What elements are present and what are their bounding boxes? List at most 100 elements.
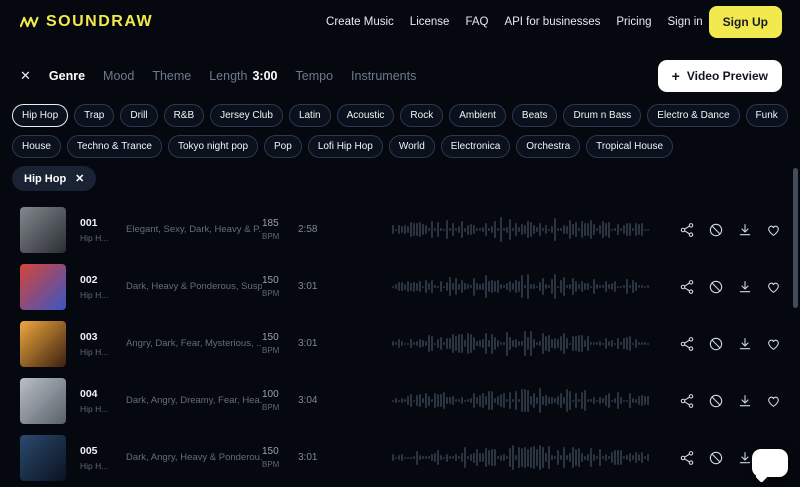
- nav-link-5[interactable]: Sign in: [668, 16, 703, 28]
- genre-chip-b1[interactable]: Techno & Trance: [66, 135, 162, 158]
- genre-chip-b2[interactable]: Tokyo night pop: [167, 135, 259, 158]
- track-bpm-value: 185: [262, 218, 279, 229]
- track-description: Dark, Angry, Heavy & Ponderou...: [126, 452, 262, 463]
- share-icon[interactable]: [678, 335, 695, 352]
- filter-tab-label: Theme: [152, 69, 192, 83]
- chat-widget-button[interactable]: [752, 449, 788, 477]
- sign-up-button[interactable]: Sign Up: [708, 6, 782, 38]
- track-genre: Hip H...: [80, 289, 109, 300]
- dislike-icon[interactable]: [707, 278, 724, 295]
- filter-tab-value: 3:00: [252, 69, 278, 83]
- genre-chip-9[interactable]: Beats: [511, 104, 558, 127]
- soundraw-waveform-icon: [20, 16, 39, 28]
- track-row-0[interactable]: 001 Hip H... Elegant, Sexy, Dark, Heavy …: [0, 201, 800, 258]
- share-icon[interactable]: [678, 278, 695, 295]
- genre-chip-b6[interactable]: Electronica: [440, 135, 511, 158]
- download-icon[interactable]: [736, 278, 753, 295]
- track-artwork[interactable]: [20, 263, 66, 310]
- genre-chip-5[interactable]: Latin: [288, 104, 331, 127]
- genre-chip-11[interactable]: Electro & Dance: [647, 104, 740, 127]
- genre-chip-6[interactable]: Acoustic: [336, 104, 395, 127]
- dislike-icon[interactable]: [707, 335, 724, 352]
- dislike-icon[interactable]: [707, 392, 724, 409]
- genre-chip-b4[interactable]: Lofi Hip Hop: [307, 135, 383, 158]
- filter-tab-5[interactable]: Instruments: [351, 69, 416, 83]
- track-row-3[interactable]: 004 Hip H... Dark, Angry, Dreamy, Fear, …: [0, 372, 800, 429]
- genre-chip-8[interactable]: Ambient: [449, 104, 506, 127]
- track-id: 004: [80, 387, 98, 400]
- waveform[interactable]: [392, 443, 654, 473]
- nav-link-0[interactable]: Create Music: [326, 16, 394, 28]
- close-filters-icon[interactable]: ✕: [20, 68, 31, 84]
- waveform[interactable]: [392, 215, 654, 245]
- filter-tab-4[interactable]: Tempo: [296, 69, 334, 83]
- like-heart-icon[interactable]: [765, 335, 782, 352]
- video-preview-button[interactable]: + Video Preview: [657, 60, 782, 92]
- track-genre: Hip H...: [80, 403, 109, 414]
- scrollbar[interactable]: [793, 168, 798, 308]
- track-artwork[interactable]: [20, 206, 66, 253]
- track-artwork[interactable]: [20, 434, 66, 481]
- active-filter-tag[interactable]: Hip Hop ✕: [12, 166, 97, 191]
- genre-chip-7[interactable]: Rock: [400, 104, 444, 127]
- filter-tab-3[interactable]: Length 3:00: [209, 69, 277, 83]
- download-icon[interactable]: [736, 392, 753, 409]
- share-icon[interactable]: [678, 449, 695, 466]
- filter-tab-1[interactable]: Mood: [103, 69, 134, 83]
- track-row-1[interactable]: 002 Hip H... Dark, Heavy & Ponderous, Su…: [0, 258, 800, 315]
- waveform[interactable]: [392, 272, 654, 302]
- dislike-icon[interactable]: [707, 449, 724, 466]
- genre-chip-2[interactable]: Drill: [120, 104, 158, 127]
- track-list: 001 Hip H... Elegant, Sexy, Dark, Heavy …: [0, 201, 800, 487]
- share-icon[interactable]: [678, 392, 695, 409]
- genre-chip-12[interactable]: Funk: [745, 104, 788, 127]
- like-heart-icon[interactable]: [765, 221, 782, 238]
- nav-link-2[interactable]: FAQ: [465, 16, 488, 28]
- download-icon[interactable]: [736, 335, 753, 352]
- track-row-4[interactable]: 005 Hip H... Dark, Angry, Heavy & Ponder…: [0, 429, 800, 486]
- share-icon[interactable]: [678, 221, 695, 238]
- dislike-icon[interactable]: [707, 221, 724, 238]
- track-row-2[interactable]: 003 Hip H... Angry, Dark, Fear, Mysterio…: [0, 315, 800, 372]
- genre-chip-b0[interactable]: House: [12, 135, 61, 158]
- nav-link-4[interactable]: Pricing: [616, 16, 651, 28]
- video-preview-label: Video Preview: [686, 69, 768, 83]
- track-artwork[interactable]: [20, 377, 66, 424]
- genre-chip-3[interactable]: R&B: [163, 104, 205, 127]
- genre-chip-b8[interactable]: Tropical House: [586, 135, 674, 158]
- track-artwork[interactable]: [20, 320, 66, 367]
- nav-link-3[interactable]: API for businesses: [504, 16, 600, 28]
- track-id-block: 002 Hip H...: [80, 274, 126, 300]
- tag-label: Hip Hop: [24, 172, 67, 185]
- track-bpm-block: 150 BPM: [262, 332, 298, 355]
- genre-chip-b5[interactable]: World: [388, 135, 435, 158]
- track-duration: 3:01: [298, 452, 318, 463]
- download-icon[interactable]: [736, 221, 753, 238]
- brand-name: SOUNDRAW: [46, 13, 154, 30]
- logo[interactable]: SOUNDRAW: [20, 13, 153, 31]
- track-id: 002: [80, 273, 98, 286]
- track-bpm-block: 150 BPM: [262, 446, 298, 469]
- track-id: 003: [80, 330, 98, 343]
- like-heart-icon[interactable]: [765, 278, 782, 295]
- genre-chip-1[interactable]: Trap: [74, 104, 115, 127]
- track-description: Angry, Dark, Fear, Mysterious, ...: [126, 338, 262, 349]
- genre-chip-10[interactable]: Drum n Bass: [563, 104, 642, 127]
- genre-chip-b7[interactable]: Orchestra: [516, 135, 581, 158]
- genre-chip-b3[interactable]: Pop: [264, 135, 302, 158]
- track-genre: Hip H...: [80, 232, 109, 243]
- filter-tab-2[interactable]: Theme: [152, 69, 191, 83]
- genre-chip-0[interactable]: Hip Hop: [12, 104, 69, 127]
- waveform[interactable]: [392, 329, 654, 359]
- like-heart-icon[interactable]: [765, 392, 782, 409]
- filter-tab-0[interactable]: Genre: [49, 69, 85, 83]
- nav-link-1[interactable]: License: [410, 16, 450, 28]
- download-icon[interactable]: [736, 449, 753, 466]
- genre-chip-4[interactable]: Jersey Club: [210, 104, 283, 127]
- active-filter-tags: Hip Hop ✕: [0, 166, 800, 191]
- track-id-block: 004 Hip H...: [80, 388, 126, 414]
- track-bpm-value: 150: [262, 446, 279, 457]
- filter-tabs: Genre Mood Theme Length 3:00 Tempo Instru…: [49, 69, 416, 83]
- remove-tag-icon[interactable]: ✕: [75, 172, 84, 185]
- waveform[interactable]: [392, 386, 654, 416]
